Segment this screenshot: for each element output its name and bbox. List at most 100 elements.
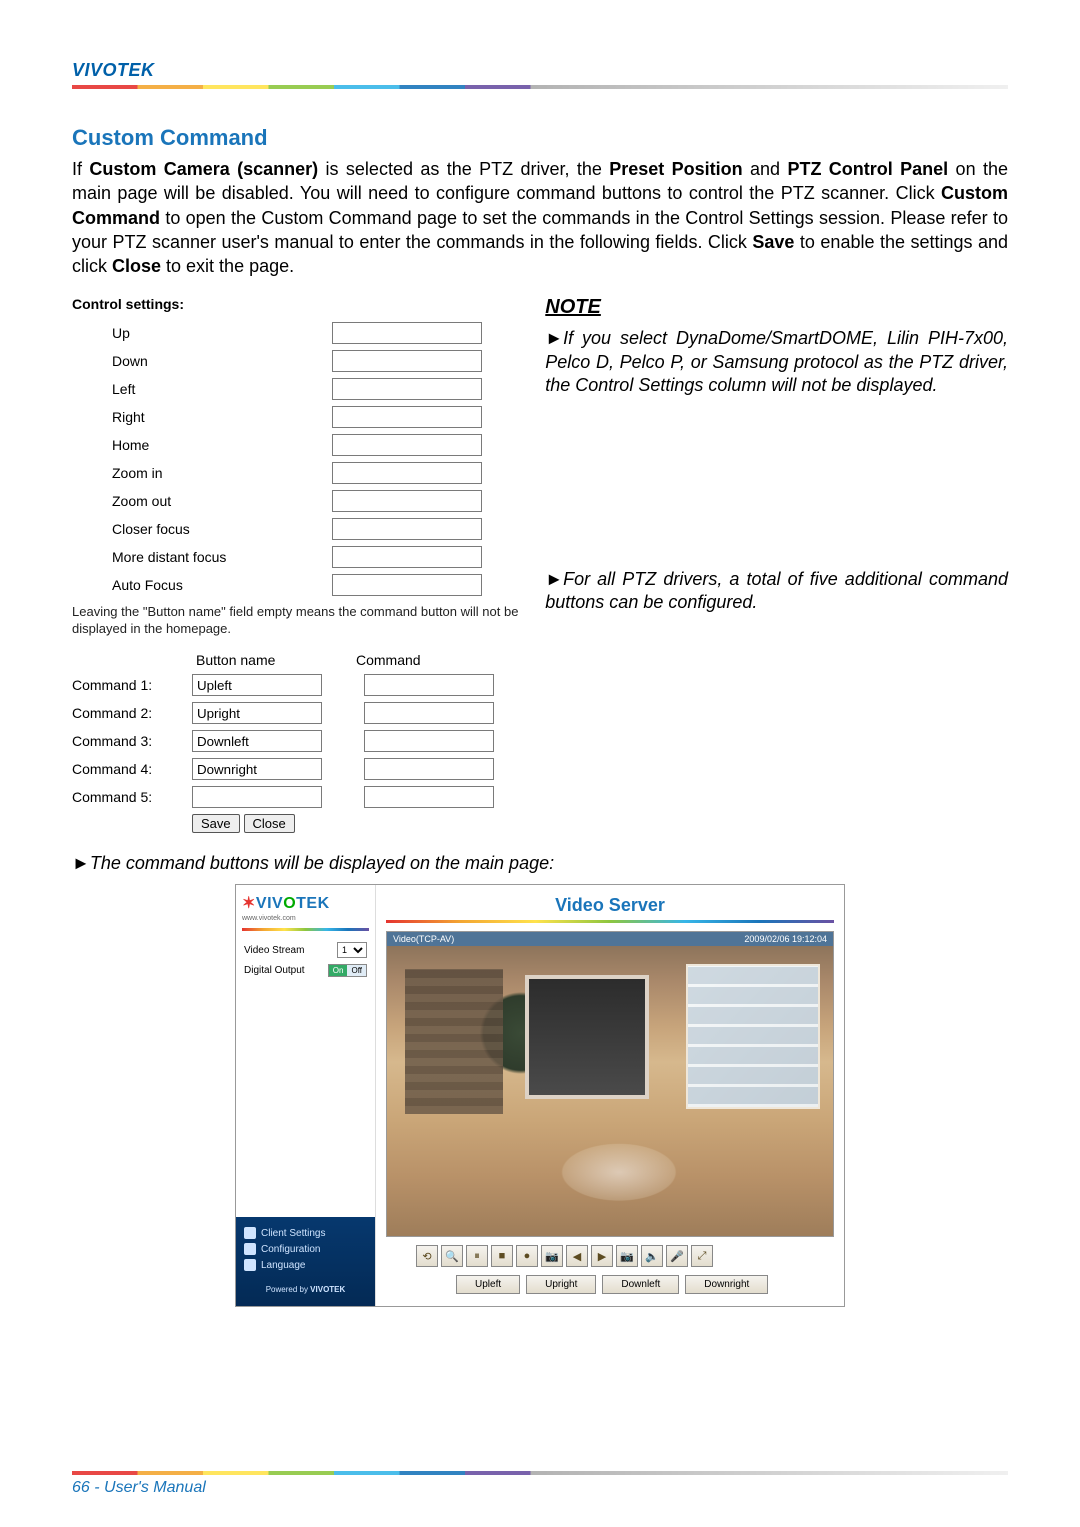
next-icon[interactable]: ▶ [591, 1245, 613, 1267]
control-row-down: Down [72, 350, 521, 372]
pause-icon[interactable]: ⏸ [466, 1245, 488, 1267]
command2-name-input[interactable] [192, 702, 322, 724]
command4-name-input[interactable] [192, 758, 322, 780]
main-page-preview: ✶VIVOTEK www.vivotek.com Video Stream 1 … [235, 884, 845, 1307]
preview-video-stream-row: Video Stream 1 [236, 939, 375, 961]
t: Powered by [266, 1285, 310, 1294]
arrow-icon: ► [545, 328, 563, 348]
video-protocol: Video(TCP-AV) [393, 934, 454, 944]
control-input-autofocus[interactable] [332, 574, 482, 596]
volume-icon[interactable]: 🔈 [641, 1245, 663, 1267]
close-button[interactable]: Close [244, 814, 295, 833]
command-label: Command 4: [72, 761, 192, 777]
t: Preset Position [609, 159, 742, 179]
mic-icon[interactable]: 🎤 [666, 1245, 688, 1267]
control-label: Auto Focus [112, 577, 332, 593]
t: Custom Camera (scanner) [89, 159, 318, 179]
gradient-divider [242, 928, 369, 931]
control-label: Down [112, 353, 332, 369]
command-row-2: Command 2: [72, 702, 521, 724]
command-row-5: Command 5: [72, 786, 521, 808]
command1-cmd-input[interactable] [364, 674, 494, 696]
fullscreen-icon[interactable]: ⤢ [691, 1245, 713, 1267]
t: O [283, 895, 296, 912]
t: to exit the page. [161, 256, 294, 276]
control-label: Left [112, 381, 332, 397]
preview-title: Video Server [376, 885, 844, 920]
control-input-down[interactable] [332, 350, 482, 372]
preview-sidebar-lower: Client Settings Configuration Language P… [236, 1217, 375, 1306]
control-row-distantfocus: More distant focus [72, 546, 521, 568]
preview-video-feed [387, 946, 833, 1236]
intro-paragraph: If Custom Camera (scanner) is selected a… [72, 157, 1008, 278]
sidebar-client-settings[interactable]: Client Settings [244, 1227, 367, 1239]
control-input-right[interactable] [332, 406, 482, 428]
control-row-up: Up [72, 322, 521, 344]
digital-output-toggle[interactable]: On Off [328, 964, 367, 977]
do-off[interactable]: Off [347, 965, 366, 976]
command3-name-input[interactable] [192, 730, 322, 752]
snapshot2-icon[interactable]: 📷 [616, 1245, 638, 1267]
gradient-divider [72, 1471, 1008, 1475]
t: PTZ Control Panel [787, 159, 948, 179]
command1-name-input[interactable] [192, 674, 322, 696]
control-input-home[interactable] [332, 434, 482, 456]
t: Client Settings [261, 1228, 325, 1239]
header-button-name: Button name [192, 652, 352, 668]
section-title: Custom Command [72, 125, 1008, 151]
cmd-downleft-button[interactable]: Downleft [602, 1275, 679, 1294]
do-on[interactable]: On [329, 965, 348, 976]
sidebar-configuration[interactable]: Configuration [244, 1243, 367, 1255]
result-line: ►The command buttons will be displayed o… [72, 853, 1008, 874]
brand-header: VIVOTEK [72, 60, 1008, 95]
t: Save [752, 232, 794, 252]
cmd-downright-button[interactable]: Downright [685, 1275, 768, 1294]
command3-cmd-input[interactable] [364, 730, 494, 752]
chat-icon [244, 1259, 256, 1271]
snapshot-icon[interactable]: 📷 [541, 1245, 563, 1267]
command-table: Button name Command Command 1: Command 2… [72, 652, 521, 833]
t: and [743, 159, 788, 179]
notes-column: NOTE ►If you select DynaDome/SmartDOME, … [545, 296, 1008, 833]
command-label: Command 2: [72, 705, 192, 721]
video-stream-label: Video Stream [244, 945, 337, 956]
note1-text: If you select DynaDome/SmartDOME, Lilin … [545, 328, 1008, 395]
control-input-zoomout[interactable] [332, 490, 482, 512]
t: is selected as the PTZ driver, the [318, 159, 609, 179]
command-label: Command 1: [72, 677, 192, 693]
video-stream-select[interactable]: 1 [337, 942, 367, 958]
page-footer: 66 - User's Manual [72, 1471, 1008, 1497]
zoom-icon[interactable]: 🔍 [441, 1245, 463, 1267]
control-label: Up [112, 325, 332, 341]
cmd-upright-button[interactable]: Upright [526, 1275, 596, 1294]
note-title: NOTE [545, 296, 1008, 319]
video-timestamp: 2009/02/06 19:12:04 [744, 934, 827, 944]
command2-cmd-input[interactable] [364, 702, 494, 724]
control-label: More distant focus [112, 549, 332, 565]
t: Close [112, 256, 161, 276]
preview-main: Video Server Video(TCP-AV) 2009/02/06 19… [376, 885, 844, 1306]
command-header-row: Button name Command [72, 652, 521, 668]
record-icon[interactable]: ● [516, 1245, 538, 1267]
control-label: Closer focus [112, 521, 332, 537]
arrow-icon: ► [72, 853, 90, 873]
control-input-closerfocus[interactable] [332, 518, 482, 540]
sidebar-language[interactable]: Language [244, 1259, 367, 1271]
stop-icon[interactable]: ■ [491, 1245, 513, 1267]
home-icon[interactable]: ⟲ [416, 1245, 438, 1267]
control-input-zoomin[interactable] [332, 462, 482, 484]
control-input-up[interactable] [332, 322, 482, 344]
command4-cmd-input[interactable] [364, 758, 494, 780]
t: Language [261, 1260, 306, 1271]
preview-video-frame: Video(TCP-AV) 2009/02/06 19:12:04 [386, 931, 834, 1237]
cmd-upleft-button[interactable]: Upleft [456, 1275, 520, 1294]
save-button[interactable]: Save [192, 814, 240, 833]
header-command: Command [352, 652, 502, 668]
prev-icon[interactable]: ◀ [566, 1245, 588, 1267]
digital-output-label: Digital Output [244, 965, 328, 976]
control-input-left[interactable] [332, 378, 482, 400]
t: VIV [256, 895, 283, 912]
command5-name-input[interactable] [192, 786, 322, 808]
command5-cmd-input[interactable] [364, 786, 494, 808]
control-input-distantfocus[interactable] [332, 546, 482, 568]
